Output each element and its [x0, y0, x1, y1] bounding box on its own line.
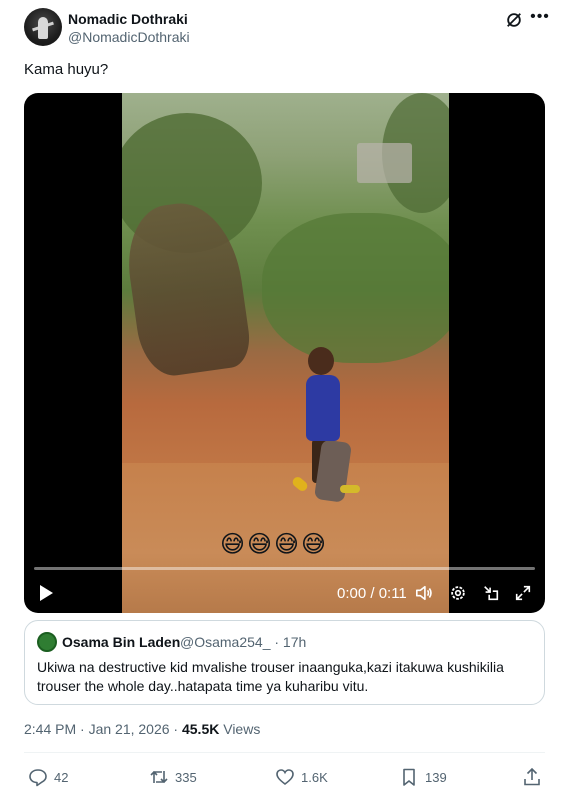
play-icon[interactable]	[38, 584, 54, 602]
video-progress-bar[interactable]	[34, 567, 535, 570]
video-player[interactable]: 😅😅😅😅 0:00 / 0:11	[24, 93, 545, 613]
quote-author-name: Osama Bin Laden	[62, 634, 181, 650]
share-button[interactable]	[522, 764, 542, 790]
bookmark-button[interactable]: 139	[399, 764, 447, 790]
tweet-timestamp[interactable]: 2:44 PM · Jan 21, 2026 ·	[24, 721, 182, 737]
quote-avatar	[37, 632, 57, 652]
volume-icon[interactable]	[415, 584, 433, 602]
share-icon	[524, 767, 540, 786]
settings-icon[interactable]	[449, 584, 467, 602]
tweet-meta: 2:44 PM · Jan 21, 2026 · 45.5K Views	[24, 721, 260, 737]
repost-count: 335	[175, 769, 197, 785]
author-handle[interactable]: @NomadicDothraki	[68, 29, 190, 45]
repost-button[interactable]: 335	[149, 764, 197, 790]
tweet-text: Kama huyu?	[24, 61, 109, 78]
like-button[interactable]: 1.6K	[275, 764, 328, 790]
quote-text: Ukiwa na destructive kid mvalishe trouse…	[37, 659, 504, 694]
bookmark-count: 139	[425, 769, 447, 785]
video-caption-emojis: 😅😅😅😅	[220, 531, 329, 558]
reply-count: 42	[54, 769, 69, 785]
like-count: 1.6K	[301, 769, 328, 785]
more-icon[interactable]: •••	[529, 8, 551, 28]
repost-icon	[150, 770, 168, 784]
reply-icon	[29, 769, 47, 787]
tweet-header: Nomadic Dothraki @NomadicDothraki •••	[24, 8, 554, 48]
author-avatar[interactable]	[24, 8, 62, 46]
fullscreen-icon[interactable]	[514, 584, 532, 602]
divider	[24, 752, 545, 753]
action-bar: 42 335 1.6K 139	[24, 764, 545, 790]
video-time: 0:00 / 0:11	[337, 585, 407, 602]
quote-handle-time: @Osama254_ · 17h	[180, 634, 307, 650]
author-name[interactable]: Nomadic Dothraki	[68, 11, 188, 27]
views-label: Views	[219, 721, 261, 737]
grok-icon[interactable]	[505, 11, 523, 29]
views-count: 45.5K	[181, 721, 220, 737]
quoted-tweet[interactable]: Osama Bin Laden @Osama254_ · 17h Ukiwa n…	[24, 620, 545, 705]
minimize-icon[interactable]	[482, 584, 500, 602]
bookmark-icon	[403, 768, 415, 786]
reply-button[interactable]: 42	[28, 764, 68, 790]
like-icon	[276, 769, 294, 786]
